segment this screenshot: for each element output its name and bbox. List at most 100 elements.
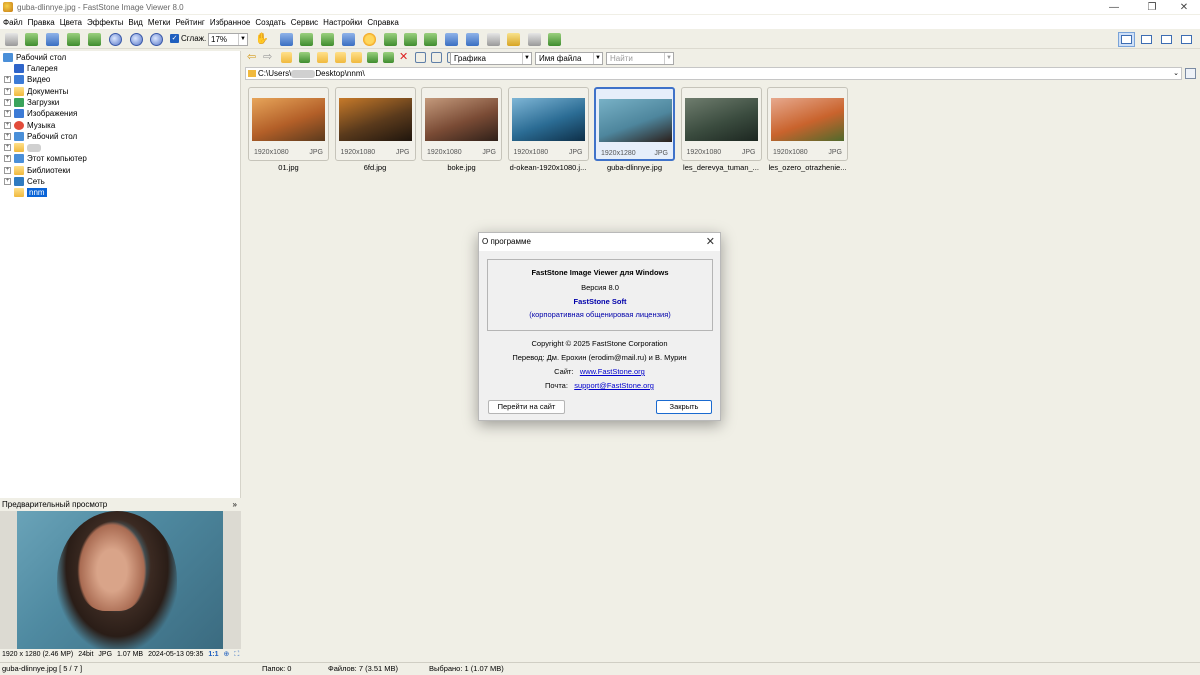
zoom-select[interactable]: 17% ▼ — [208, 33, 248, 46]
colors-icon[interactable] — [363, 33, 376, 46]
layout-4-button[interactable] — [1178, 32, 1195, 47]
menu-item-3[interactable]: Эффекты — [87, 18, 123, 27]
favorites-icon[interactable] — [383, 52, 394, 63]
compare-icon[interactable] — [342, 33, 355, 46]
email-icon[interactable] — [507, 33, 520, 46]
rotate-left-icon[interactable] — [404, 33, 417, 46]
menu-item-10[interactable]: Настройки — [323, 18, 362, 27]
menu-item-4[interactable]: Вид — [128, 18, 142, 27]
thumbnail[interactable]: 1920x1080 JPG — [334, 87, 416, 161]
open-icon[interactable] — [5, 33, 18, 46]
close-dialog-button[interactable]: Закрыть — [656, 400, 712, 414]
slideshow-icon[interactable] — [280, 33, 293, 46]
back-icon[interactable]: ⇦ — [247, 52, 258, 63]
zoom-out-icon[interactable] — [130, 33, 143, 46]
layout-2-button[interactable] — [1138, 32, 1155, 47]
thumbnail[interactable]: 1920x1280 JPG — [594, 87, 675, 161]
tree-item[interactable]: nnm — [14, 187, 47, 198]
crop-icon[interactable] — [300, 33, 313, 46]
expand-icon[interactable]: + — [4, 121, 11, 129]
stamp-icon[interactable] — [384, 33, 397, 46]
mail-link[interactable]: support@FastStone.org — [574, 381, 654, 390]
resize-icon[interactable] — [321, 33, 334, 46]
close-icon[interactable]: ✕ — [706, 235, 715, 249]
tree-item[interactable]: + Этот компьютер — [4, 153, 87, 164]
forward-icon[interactable]: ⇨ — [263, 52, 274, 63]
tree-item[interactable]: + Загрузки — [4, 97, 59, 108]
expand-icon[interactable]: + — [4, 98, 11, 106]
thumbnail[interactable]: 1920x1080 JPG — [767, 87, 848, 161]
chevron-down-icon[interactable]: ⌄ — [1173, 68, 1179, 79]
tree-item[interactable]: + Музыка — [4, 120, 55, 131]
menu-item-2[interactable]: Цвета — [60, 18, 82, 27]
site-link[interactable]: www.FastStone.org — [580, 367, 645, 376]
tree-item[interactable]: + Рабочий стол — [4, 131, 77, 142]
close-button[interactable]: ✕ — [1170, 0, 1198, 14]
visit-site-button[interactable]: Перейти на сайт — [488, 400, 565, 414]
sync-icon[interactable] — [367, 52, 378, 63]
expand-icon[interactable]: + — [4, 132, 11, 140]
rotate-right-icon[interactable] — [424, 33, 437, 46]
expand-icon[interactable]: + — [4, 87, 11, 95]
thumbnail-area[interactable]: 1920x1080 JPG 01.jpg 1920x1080 JPG 6fd.jpg 192… — [243, 82, 1200, 661]
up-folder-icon[interactable] — [281, 52, 292, 63]
new-folder-icon[interactable] — [317, 52, 328, 63]
fit-window-icon[interactable] — [88, 33, 101, 46]
menu-item-5[interactable]: Метки — [148, 18, 171, 27]
tree-item[interactable]: Галерея — [14, 63, 58, 74]
sort-select[interactable]: Имя файла ▼ — [535, 52, 603, 65]
thumbnail[interactable]: 1920x1080 JPG — [248, 87, 329, 161]
menu-item-11[interactable]: Справка — [367, 18, 398, 27]
thumbnail[interactable]: 1920x1080 JPG — [507, 87, 589, 161]
search-input[interactable]: Найти ▼ — [606, 52, 674, 65]
expand-icon[interactable]: + — [4, 110, 11, 118]
layout-1-button[interactable] — [1118, 32, 1135, 47]
tree-item[interactable]: + Сеть — [4, 176, 45, 187]
minimize-button[interactable]: — — [1100, 0, 1128, 14]
tree-item-root[interactable]: Рабочий стол — [3, 52, 66, 63]
list-view-icon[interactable] — [431, 52, 442, 63]
histogram-icon[interactable] — [445, 33, 458, 46]
tree-item[interactable]: + Видео — [4, 74, 50, 85]
menu-item-6[interactable]: Рейтинг — [175, 18, 204, 27]
tree-item[interactable]: + Документы — [4, 86, 68, 97]
expand-icon[interactable]: + — [4, 178, 11, 185]
expand-icon[interactable]: + — [4, 144, 11, 152]
maximize-button[interactable]: ❐ — [1138, 0, 1166, 14]
menu-item-1[interactable]: Правка — [28, 18, 55, 27]
save-icon[interactable] — [46, 33, 59, 46]
filter-select[interactable]: Графика ▼ — [450, 52, 532, 65]
tree-item[interactable]: + — [4, 142, 41, 153]
move-to-icon[interactable] — [351, 52, 362, 63]
thumbnails-icon[interactable] — [415, 52, 426, 63]
tree-item[interactable]: + Изображения — [4, 108, 77, 119]
copy-to-icon[interactable] — [335, 52, 346, 63]
hand-tool-icon[interactable]: ✋ — [255, 33, 269, 46]
browse-icon[interactable] — [25, 33, 38, 46]
tree-item[interactable]: + Библиотеки — [4, 165, 70, 176]
thumbnail[interactable]: 1920x1080 JPG — [680, 87, 762, 161]
thumbnail[interactable]: 1920x1080 JPG — [421, 87, 502, 161]
menu-item-7[interactable]: Избранное — [210, 18, 251, 27]
expand-icon[interactable]: + — [4, 155, 11, 163]
smooth-checkbox[interactable]: ✓ Сглаж. — [170, 34, 206, 43]
settings-icon[interactable] — [548, 33, 561, 46]
expand-icon[interactable]: + — [4, 166, 11, 174]
zoom-in-icon[interactable] — [109, 33, 122, 46]
capture-icon[interactable] — [466, 33, 479, 46]
actual-size-icon[interactable] — [150, 33, 163, 46]
fullscreen-icon[interactable]: ⛶ — [234, 650, 239, 660]
menu-item-9[interactable]: Сервис — [291, 18, 318, 27]
folder-tree[interactable]: Рабочий стол Галерея + Видео + Документы + Заг… — [0, 51, 241, 498]
path-options-button[interactable] — [1185, 68, 1196, 79]
print-icon[interactable] — [528, 33, 541, 46]
refresh-icon[interactable] — [299, 52, 310, 63]
layout-3-button[interactable] — [1158, 32, 1175, 47]
fit-icon[interactable]: ⊕ — [224, 650, 230, 660]
collapse-icon[interactable]: » — [233, 499, 237, 510]
menu-item-8[interactable]: Создать — [255, 18, 285, 27]
fullscreen-icon[interactable] — [67, 33, 80, 46]
menu-item-0[interactable]: Файл — [3, 18, 23, 27]
draw-icon[interactable] — [487, 33, 500, 46]
path-bar[interactable]: C:\Users\ Desktop\nnm\ ⌄ — [245, 67, 1182, 80]
